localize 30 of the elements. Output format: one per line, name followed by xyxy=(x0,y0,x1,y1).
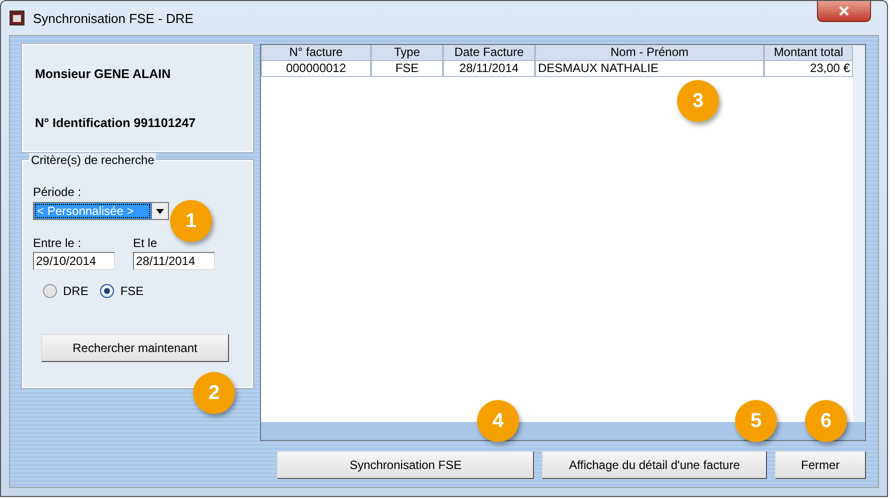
search-button[interactable]: Rechercher maintenant xyxy=(41,334,229,362)
close-icon[interactable] xyxy=(817,1,871,22)
to-date-label: Et le xyxy=(133,236,158,250)
from-date-field[interactable]: 29/10/2014 xyxy=(33,252,115,270)
group-title: Critère(s) de recherche xyxy=(29,153,156,167)
scrollbar-track[interactable] xyxy=(853,45,865,422)
table-cell: FSE xyxy=(371,61,443,77)
column-header[interactable]: Montant total xyxy=(764,45,853,61)
column-header[interactable]: Nom - Prénom xyxy=(535,45,764,61)
patient-name: Monsieur GENE ALAIN xyxy=(35,66,172,80)
table-cell: DESMAUX NATHALIE xyxy=(535,61,764,77)
table-cell: 000000012 xyxy=(261,61,371,77)
dropdown-arrow-icon xyxy=(156,208,164,214)
to-date-field[interactable]: 28/11/2014 xyxy=(133,252,215,270)
action-button[interactable]: Affichage du détail d'une facture xyxy=(542,451,767,479)
radio-button[interactable] xyxy=(43,284,57,298)
period-label: Période : xyxy=(33,185,82,199)
table-cell: 28/11/2014 xyxy=(443,61,535,77)
action-button[interactable]: Fermer xyxy=(774,451,866,479)
radio-label: DRE xyxy=(63,284,88,298)
window-title: Synchronisation FSE - DRE xyxy=(33,10,194,26)
radio-button[interactable] xyxy=(100,284,114,298)
app-icon xyxy=(9,10,25,26)
radio-label: FSE xyxy=(120,284,144,298)
action-button[interactable]: Synchronisation FSE xyxy=(277,451,534,479)
identification-number: N° Identification 991101247 xyxy=(35,116,197,130)
column-header[interactable]: Type xyxy=(371,45,443,61)
column-header[interactable]: N° facture xyxy=(261,45,371,61)
column-header[interactable]: Date Facture xyxy=(443,45,535,61)
from-date-label: Entre le : xyxy=(33,236,82,250)
